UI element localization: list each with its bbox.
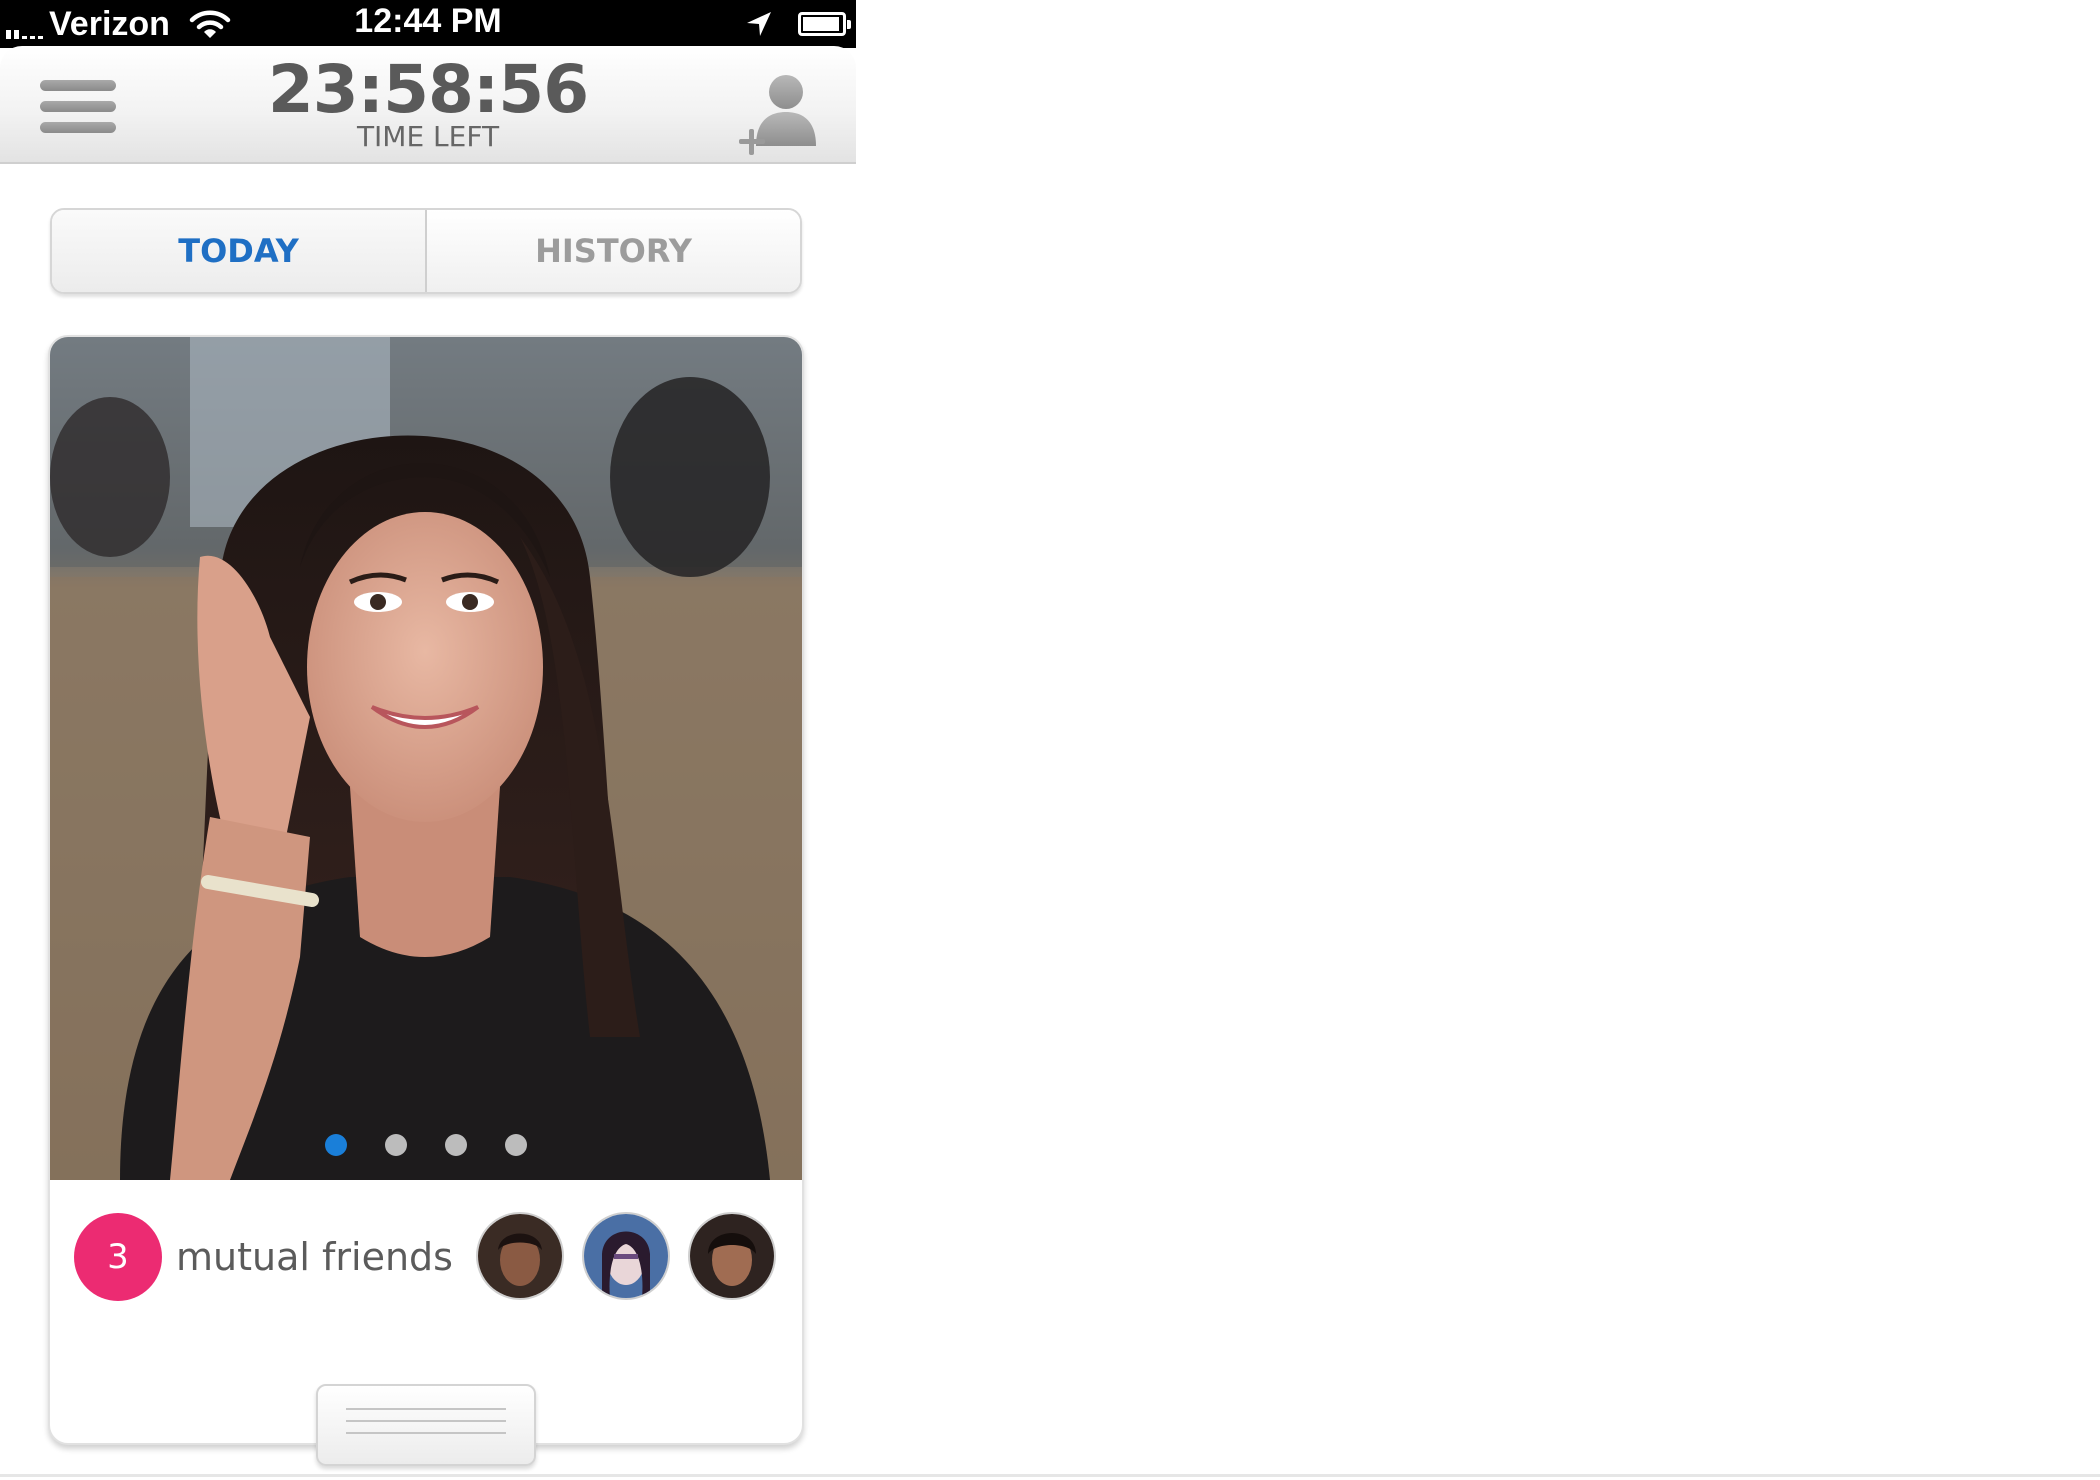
app-screen: Verizon 12:44 PM 23:58:56 TIME LEFT TODA… xyxy=(0,0,856,1480)
photo-page-dot[interactable] xyxy=(505,1134,527,1156)
countdown-timer: 23:58:56 TIME LEFT xyxy=(0,52,856,152)
mutual-friends[interactable]: 3 mutual friends xyxy=(74,1212,453,1302)
countdown-value: 23:58:56 xyxy=(267,51,589,128)
profile-photo-image xyxy=(50,337,802,1180)
battery-icon xyxy=(798,12,851,36)
status-bar: Verizon 12:44 PM xyxy=(0,0,856,48)
photo-page-dot[interactable] xyxy=(385,1134,407,1156)
photo-page-indicator[interactable] xyxy=(50,1134,802,1156)
day-tabs: TODAY HISTORY xyxy=(50,208,802,294)
profile-photo[interactable] xyxy=(50,337,802,1180)
countdown-label: TIME LEFT xyxy=(356,120,500,153)
profile-card[interactable]: 3 mutual friends xyxy=(48,335,804,1445)
mutual-friends-label: mutual friends xyxy=(176,1235,453,1279)
add-friend-icon[interactable] xyxy=(736,68,826,158)
bottom-divider xyxy=(0,1474,2100,1477)
photo-page-dot[interactable] xyxy=(445,1134,467,1156)
tab-history[interactable]: HISTORY xyxy=(427,210,800,292)
top-nav-bar: 23:58:56 TIME LEFT xyxy=(0,46,856,164)
tab-today[interactable]: TODAY xyxy=(52,210,427,292)
friend-avatar-2[interactable] xyxy=(582,1212,670,1300)
mutual-friends-avatars xyxy=(476,1212,776,1300)
status-time: 12:44 PM xyxy=(354,2,502,40)
status-right xyxy=(744,0,851,48)
location-arrow-icon xyxy=(747,12,771,36)
friend-avatar-3[interactable] xyxy=(688,1212,776,1300)
battery-level xyxy=(803,17,839,31)
photo-page-dot[interactable] xyxy=(325,1134,347,1156)
pull-up-handle[interactable] xyxy=(316,1384,536,1466)
friend-avatar-1[interactable] xyxy=(476,1212,564,1300)
mutual-friends-count-badge: 3 xyxy=(74,1213,162,1301)
